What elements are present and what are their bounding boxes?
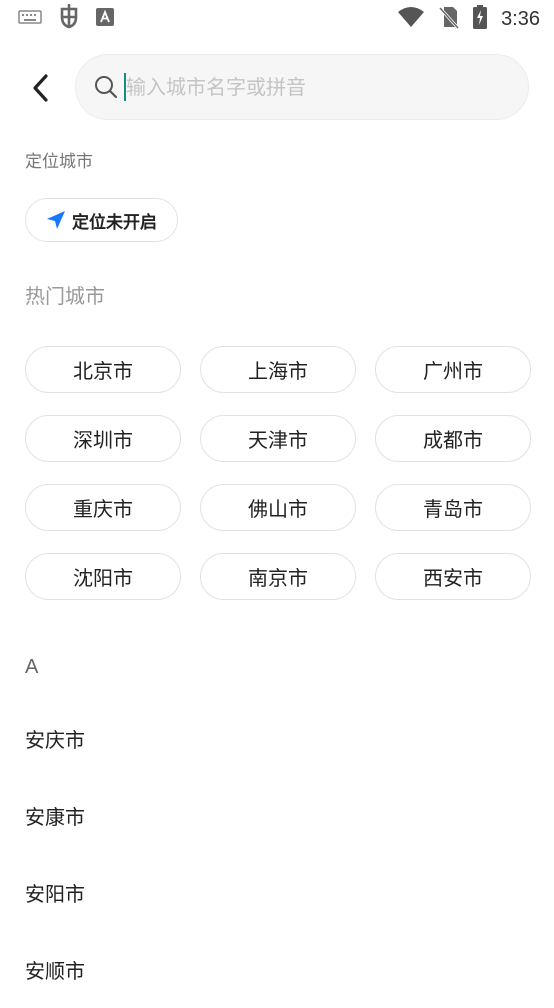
hot-city-chip[interactable]: 上海市 [200, 346, 356, 393]
hot-city-chip[interactable]: 重庆市 [25, 484, 181, 531]
location-section-label: 定位城市 [25, 152, 93, 172]
location-chip-label: 定位未开启 [72, 212, 157, 233]
city-list-item[interactable]: 安康市 [0, 777, 554, 854]
city-list-item[interactable]: 安顺市 [0, 931, 554, 1008]
search-icon [92, 73, 120, 101]
hot-city-chip[interactable]: 青岛市 [375, 484, 531, 531]
hot-city-chip[interactable]: 北京市 [25, 346, 181, 393]
wifi-icon [397, 6, 425, 32]
navigation-arrow-icon [47, 211, 65, 229]
hot-city-chip[interactable]: 西安市 [375, 553, 531, 600]
app-bug-icon [56, 3, 82, 35]
back-button[interactable] [22, 68, 58, 108]
battery-charging-icon [473, 5, 488, 33]
status-right-icons: 3:36 [397, 5, 540, 33]
no-sim-icon [438, 5, 460, 33]
city-list-item[interactable]: 安阳市 [0, 854, 554, 931]
font-a-icon [96, 8, 114, 30]
chevron-left-icon [33, 74, 48, 102]
status-left-icons [18, 3, 114, 35]
city-list-item[interactable]: 安庆市 [0, 700, 554, 777]
hot-city-chip[interactable]: 佛山市 [200, 484, 356, 531]
hot-cities-label: 热门城市 [25, 284, 105, 308]
search-box[interactable] [75, 54, 529, 120]
hot-city-chip[interactable]: 沈阳市 [25, 553, 181, 600]
hot-city-chip[interactable]: 成都市 [375, 415, 531, 462]
hot-city-chip[interactable]: 南京市 [200, 553, 356, 600]
hot-city-chip[interactable]: 深圳市 [25, 415, 181, 462]
keyboard-icon [18, 9, 42, 29]
hot-cities-grid: 北京市 上海市 广州市 深圳市 天津市 成都市 重庆市 佛山市 青岛市 沈阳市 … [25, 346, 531, 600]
status-time: 3:36 [501, 7, 540, 30]
hot-city-chip[interactable]: 天津市 [200, 415, 356, 462]
search-header [0, 54, 554, 122]
city-list: 安庆市 安康市 安阳市 安顺市 [0, 700, 554, 1008]
hot-city-chip[interactable]: 广州市 [375, 346, 531, 393]
location-chip[interactable]: 定位未开启 [25, 198, 178, 242]
index-letter-header: A [25, 656, 39, 678]
search-input[interactable] [126, 75, 486, 99]
status-bar: 3:36 [0, 0, 554, 38]
